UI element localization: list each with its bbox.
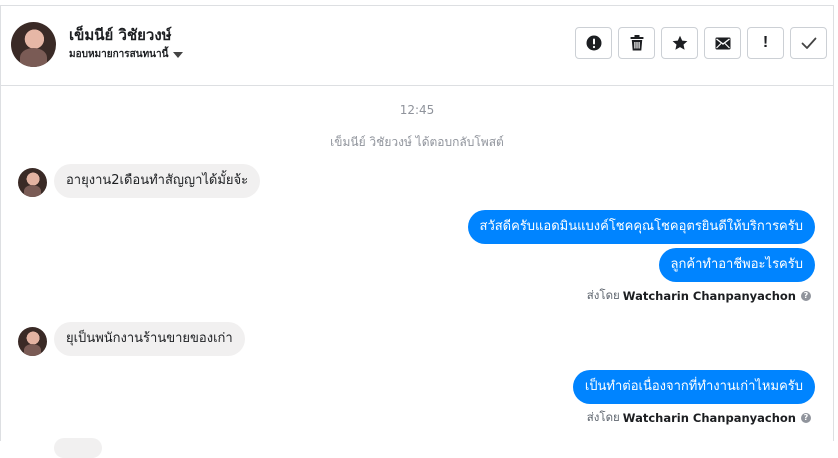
incoming-message[interactable]: ยุเป็นพนักงานร้านขายของเก่า — [54, 322, 245, 356]
incoming-message[interactable]: อายุงาน2เดือนทำสัญญาได้มั้ยจ้ะ — [54, 164, 261, 198]
check-icon — [801, 37, 816, 49]
mark-done-button[interactable] — [790, 27, 827, 59]
star-button[interactable] — [661, 27, 698, 59]
trash-icon — [630, 35, 643, 51]
sent-by-label: ส่งโดย Watcharin Chanpanyachon ? — [587, 287, 811, 305]
sent-by-name[interactable]: Watcharin Chanpanyachon — [623, 289, 796, 303]
assign-conversation-label: มอบหมายการสนทนานี้ — [69, 49, 169, 60]
follow-up-button[interactable]: ! — [747, 27, 784, 59]
help-icon[interactable]: ? — [801, 291, 811, 301]
outgoing-message[interactable]: เป็นทำต่อเนื่องจากที่ทำงานเก่าไหมครับ — [572, 370, 815, 404]
caret-down-icon — [173, 51, 184, 58]
sender-avatar[interactable] — [18, 327, 47, 356]
outgoing-message[interactable]: ลูกค้าทำอาชีพอะไรครับ — [658, 248, 815, 282]
conversation-panel: เข็มนีย์ วิชัยวงษ์ มอบหมายการสนทนานี้ ! … — [0, 5, 834, 458]
exclamation-icon: ! — [762, 34, 769, 51]
conversation-header: เข็มนีย์ วิชัยวงษ์ มอบหมายการสนทนานี้ ! — [1, 6, 833, 86]
outgoing-message[interactable]: สวัสดีครับแอดมินแบงค์โชคคุณโชคอุตรยินดีใ… — [467, 210, 815, 244]
star-icon — [672, 35, 687, 50]
sent-by-prefix: ส่งโดย — [586, 410, 620, 424]
alert-circle-icon — [586, 35, 601, 51]
system-message: เข็มนีย์ วิชัยวงษ์ ได้ตอบกลับโพสต์ — [330, 135, 504, 149]
help-icon[interactable]: ? — [801, 413, 811, 423]
contact-name[interactable]: เข็มนีย์ วิชัยวงษ์ — [69, 23, 172, 47]
sender-avatar[interactable] — [18, 168, 47, 197]
incoming-message-partial[interactable] — [54, 438, 102, 458]
sent-by-prefix: ส่งโดย — [586, 288, 620, 302]
header-actions: ! — [575, 27, 827, 59]
sent-by-name[interactable]: Watcharin Chanpanyachon — [623, 411, 796, 425]
contact-avatar[interactable] — [11, 22, 56, 67]
mark-unread-button[interactable] — [704, 27, 741, 59]
report-spam-button[interactable] — [575, 27, 612, 59]
message-timestamp: 12:45 — [399, 103, 435, 117]
mail-icon — [715, 37, 730, 49]
delete-button[interactable] — [618, 27, 655, 59]
sent-by-label: ส่งโดย Watcharin Chanpanyachon ? — [587, 409, 811, 427]
assign-conversation-dropdown[interactable]: มอบหมายการสนทนานี้ — [69, 47, 184, 62]
message-thread[interactable]: 12:45 เข็มนีย์ วิชัยวงษ์ ได้ตอบกลับโพสต์… — [1, 86, 833, 458]
